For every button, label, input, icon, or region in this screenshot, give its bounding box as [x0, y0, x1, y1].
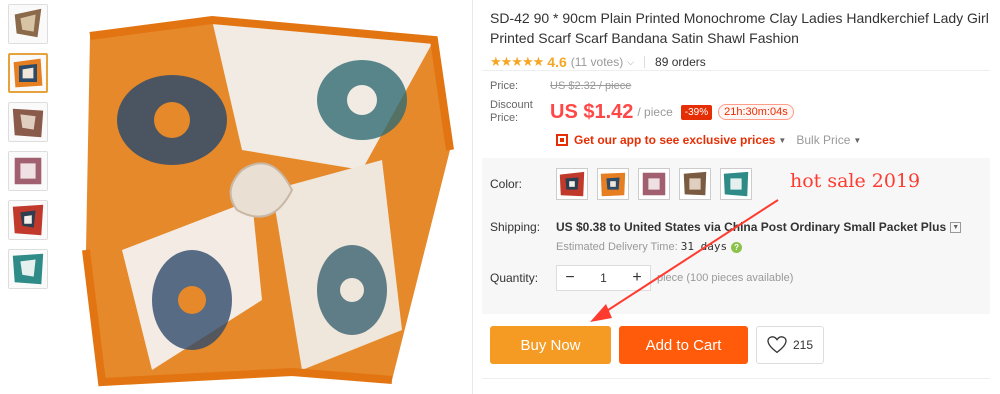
color-selector: Color:: [490, 168, 761, 200]
rating-stars-icon: ★★★★★: [490, 54, 544, 69]
section-divider: [482, 70, 990, 71]
quantity-stepper: − 1 +: [556, 265, 651, 291]
thumbnail-2-selected[interactable]: [8, 53, 48, 93]
thumbnail-1[interactable]: [8, 4, 48, 44]
caret-down-icon[interactable]: ▼: [778, 136, 786, 145]
shipping-cost: US $0.38: [556, 220, 607, 234]
hot-sale-annotation: hot sale 2019: [790, 170, 921, 192]
product-info: SD-42 90 * 90cm Plain Printed Monochrome…: [490, 8, 990, 71]
original-price: US $2.32 / piece: [550, 80, 632, 92]
app-exclusive-link[interactable]: Get our app to see exclusive prices: [574, 133, 775, 147]
thumbnail-6[interactable]: [8, 249, 48, 289]
app-promo-row: Get our app to see exclusive prices ▼ Bu…: [556, 133, 990, 147]
color-swatch-red[interactable]: [556, 168, 588, 200]
shipping-method[interactable]: US $0.38 to United States via China Post…: [556, 220, 962, 234]
chevron-down-icon[interactable]: ▼: [950, 222, 962, 234]
price-unit: / piece: [637, 105, 673, 119]
bulk-price-link[interactable]: Bulk Price: [796, 133, 850, 147]
action-buttons: Buy Now Add to Cart 215: [490, 326, 824, 364]
rating-value: 4.6: [547, 54, 567, 70]
countdown-timer: 21h:30m:04s: [718, 104, 794, 120]
caret-down-icon[interactable]: ▼: [853, 136, 861, 145]
rating-row: ★★★★★ 4.6 (11 votes) ⌵ 89 orders: [490, 53, 990, 71]
main-product-image[interactable]: [62, 0, 462, 394]
qr-code-icon: [556, 134, 568, 146]
color-swatch-orange[interactable]: [597, 168, 629, 200]
thumbnail-5[interactable]: [8, 200, 48, 240]
quantity-label: Quantity:: [490, 271, 539, 285]
color-swatch-teal[interactable]: [720, 168, 752, 200]
shipping-destination: to United States via China Post Ordinary…: [606, 220, 947, 234]
thumbnail-list: [8, 4, 50, 298]
discount-badge: -39%: [680, 104, 713, 120]
discount-price-label: Discount Price:: [490, 99, 533, 124]
price-block: Price: US $2.32 / piece Discount Price: …: [490, 80, 990, 147]
thumbnail-4[interactable]: [8, 151, 48, 191]
current-price: US $1.42: [550, 100, 634, 123]
availability-text: piece (100 pieces available): [657, 272, 794, 284]
heart-icon: [767, 336, 787, 354]
estimated-delivery-days: 31 days: [680, 240, 728, 253]
original-price-row: Price: US $2.32 / piece: [490, 80, 990, 93]
color-swatch-brown[interactable]: [679, 168, 711, 200]
wishlist-count: 215: [792, 338, 814, 352]
orders-count: 89 orders: [655, 55, 706, 69]
increase-quantity-button[interactable]: +: [624, 269, 650, 287]
shipping-details: US $0.38 to United States via China Post…: [556, 220, 962, 253]
color-label: Color:: [490, 177, 523, 191]
shipping-row: Shipping: US $0.38 to United States via …: [490, 220, 962, 253]
help-icon[interactable]: ?: [731, 242, 743, 253]
estimated-delivery: Estimated Delivery Time: 31 days?: [556, 240, 961, 253]
quantity-input[interactable]: 1: [583, 271, 624, 285]
chevron-down-icon[interactable]: ⌵: [627, 57, 634, 68]
section-divider: [482, 378, 990, 379]
shipping-label: Shipping:: [490, 220, 541, 234]
color-swatch-rose[interactable]: [638, 168, 670, 200]
decrease-quantity-button[interactable]: −: [557, 269, 583, 287]
quantity-row: Quantity: − 1 + piece (100 pieces availa…: [490, 265, 793, 291]
wishlist-button[interactable]: 215: [756, 326, 824, 364]
buy-now-button[interactable]: Buy Now: [490, 326, 611, 364]
votes-link[interactable]: (11 votes): [571, 55, 623, 69]
thumbnail-3[interactable]: [8, 102, 48, 142]
product-title: SD-42 90 * 90cm Plain Printed Monochrome…: [490, 10, 989, 46]
discount-price-row: Discount Price: US $1.42 / piece -39% 21…: [490, 99, 990, 125]
divider: [644, 56, 646, 68]
add-to-cart-button[interactable]: Add to Cart: [619, 326, 748, 364]
price-label: Price:: [490, 80, 519, 92]
image-divider: [472, 0, 473, 394]
estimated-delivery-label: Estimated Delivery Time:: [556, 241, 681, 253]
